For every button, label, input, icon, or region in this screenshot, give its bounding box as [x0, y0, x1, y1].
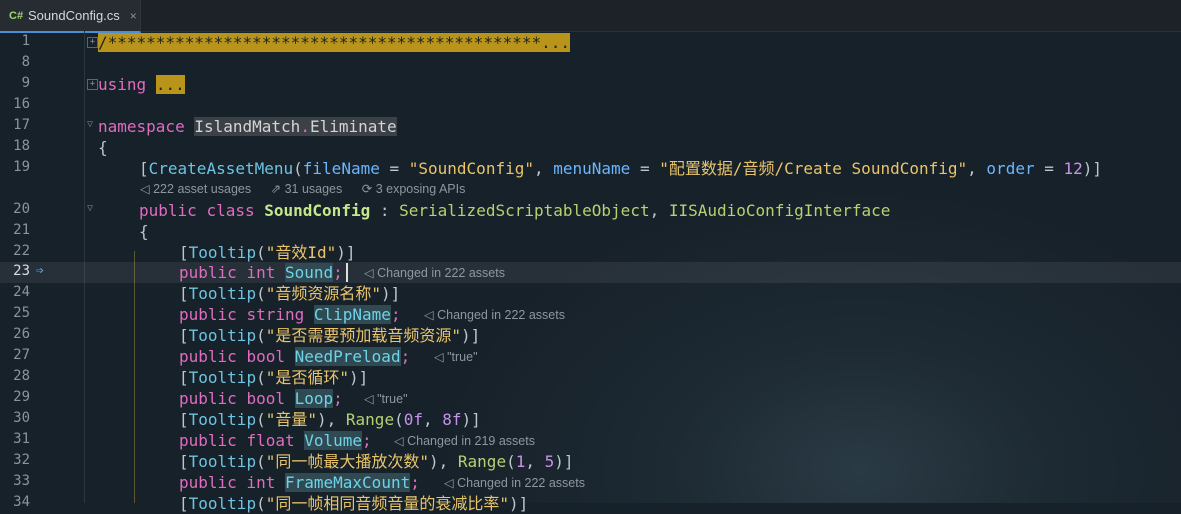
code-line-30[interactable]: 30 [Tooltip("音量"), Range(0f, 8f)]: [0, 409, 1181, 430]
fold-collapse-icon[interactable]: ▽: [87, 119, 93, 130]
line-number: 19: [13, 159, 30, 175]
folded-comment[interactable]: /***************************************…: [98, 33, 571, 52]
code-text: {: [139, 222, 149, 241]
code-text: public bool Loop;: [179, 389, 343, 408]
close-icon[interactable]: ×: [130, 9, 137, 23]
code-line-29[interactable]: 29 public bool Loop; ◁ "true": [0, 388, 1181, 409]
line-number: 24: [13, 284, 30, 300]
line-number: 26: [13, 326, 30, 342]
code-line-22[interactable]: 22 [Tooltip("音效Id")]: [0, 242, 1181, 263]
fold-expand-icon[interactable]: +: [87, 37, 98, 48]
line-number: 23: [13, 263, 30, 279]
fold-collapse-icon[interactable]: ▽: [87, 203, 93, 214]
line-number: 28: [13, 368, 30, 384]
unity-asset-icon: ◁: [394, 434, 404, 448]
code-vision-row: ◁ 222 asset usages ⇗ 31 usages ⟳ 3 expos…: [140, 181, 481, 196]
code-text: [CreateAssetMenu(fileName = "SoundConfig…: [139, 159, 1103, 178]
code-line-33[interactable]: 33 public int FrameMaxCount; ◁ Changed i…: [0, 472, 1181, 493]
line-number: 21: [13, 222, 30, 238]
line-number: 29: [13, 389, 30, 405]
code-editor[interactable]: 1 + /***********************************…: [0, 31, 1181, 513]
code-line-25[interactable]: 25 public string ClipName; ◁ Changed in …: [0, 304, 1181, 325]
code-text: [Tooltip("同一帧最大播放次数"), Range(1, 5)]: [179, 452, 574, 471]
line-number: 8: [21, 54, 30, 70]
unity-asset-icon: ◁: [444, 476, 454, 490]
line-number: 20: [13, 201, 30, 217]
serialized-value-hint[interactable]: ◁ "true": [434, 349, 478, 364]
code-line-28[interactable]: 28 [Tooltip("是否循环")]: [0, 367, 1181, 388]
keyword: using: [98, 75, 147, 94]
code-text: public int Sound;: [179, 263, 343, 282]
tab-soundconfig[interactable]: C# SoundConfig.cs ×: [0, 0, 141, 33]
line-number: 27: [13, 347, 30, 363]
code-line-18[interactable]: 18 {: [0, 137, 1181, 158]
code-line-16[interactable]: 16: [0, 95, 1181, 116]
folded-usings[interactable]: ...: [155, 75, 185, 94]
code-text: public int FrameMaxCount;: [179, 473, 420, 492]
line-number: 18: [13, 138, 30, 154]
tab-bar: C# SoundConfig.cs ×: [0, 0, 1181, 33]
line-number: 25: [13, 305, 30, 321]
code-text: [Tooltip("音频资源名称")]: [179, 284, 401, 303]
namespace-name: IslandMatch.Eliminate: [194, 117, 397, 136]
usages-hint[interactable]: ⇗ 31 usages: [271, 182, 343, 196]
code-text: public bool NeedPreload;: [179, 347, 411, 366]
line-number: 1: [21, 33, 30, 49]
code-text: [Tooltip("是否需要预加载音频资源")]: [179, 326, 481, 345]
line-number: 34: [13, 494, 30, 510]
code-line-26[interactable]: 26 [Tooltip("是否需要预加载音频资源")]: [0, 325, 1181, 346]
unity-asset-icon: ◁: [424, 308, 434, 322]
unity-asset-icon: ◁: [364, 266, 374, 280]
unity-asset-icon: ◁: [434, 350, 444, 364]
api-icon: ⟳: [361, 182, 373, 196]
code-line-34[interactable]: 34 [Tooltip("同一帧相同音频音量的衰减比率")]: [0, 493, 1181, 514]
code-line-31[interactable]: 31 public float Volume; ◁ Changed in 219…: [0, 430, 1181, 451]
code-text: [Tooltip("同一帧相同音频音量的衰减比率")]: [179, 494, 529, 513]
code-line-27[interactable]: 27 public bool NeedPreload; ◁ "true": [0, 346, 1181, 367]
fold-expand-icon[interactable]: +: [87, 79, 98, 90]
code-text: public class SoundConfig : SerializedScr…: [139, 201, 891, 220]
code-line-23[interactable]: 23 ➩ public int Sound; ◁ Changed in 222 …: [0, 262, 1181, 283]
code-text: public string ClipName;: [179, 305, 401, 324]
code-line-17[interactable]: 17 ▽ namespace IslandMatch.Eliminate: [0, 116, 1181, 137]
code-line-8[interactable]: 8: [0, 53, 1181, 74]
code-text: public float Volume;: [179, 431, 372, 450]
changed-assets-hint[interactable]: ◁ Changed in 219 assets: [394, 433, 535, 448]
line-number: 30: [13, 410, 30, 426]
line-number: 22: [13, 243, 30, 259]
code-line-20[interactable]: 20 ▽ public class SoundConfig : Serializ…: [0, 200, 1181, 221]
changed-assets-hint[interactable]: ◁ Changed in 222 assets: [364, 265, 505, 280]
code-text: [Tooltip("音量"), Range(0f, 8f)]: [179, 410, 481, 429]
code-line-9[interactable]: 9 + using ...: [0, 74, 1181, 95]
keyword: namespace: [98, 117, 185, 136]
implementation-arrow-icon[interactable]: ➩: [36, 264, 44, 279]
tab-label: SoundConfig.cs: [28, 8, 120, 23]
asset-usages-hint[interactable]: ◁ 222 asset usages: [140, 182, 251, 196]
text-caret: [346, 263, 348, 282]
code-line-32[interactable]: 32 [Tooltip("同一帧最大播放次数"), Range(1, 5)]: [0, 451, 1181, 472]
line-number: 31: [13, 431, 30, 447]
line-number: 16: [13, 96, 30, 112]
changed-assets-hint[interactable]: ◁ Changed in 222 assets: [424, 307, 565, 322]
serialized-value-hint[interactable]: ◁ "true": [364, 391, 408, 406]
code-text: {: [98, 138, 108, 157]
line-number: 33: [13, 473, 30, 489]
csharp-file-icon: C#: [9, 9, 24, 22]
line-number: 17: [13, 117, 30, 133]
exposing-apis-hint[interactable]: ⟳ 3 exposing APIs: [362, 182, 466, 196]
usages-icon: ⇗: [270, 182, 282, 196]
code-line-24[interactable]: 24 [Tooltip("音频资源名称")]: [0, 283, 1181, 304]
code-line-19[interactable]: 19 [CreateAssetMenu(fileName = "SoundCon…: [0, 158, 1181, 179]
unity-asset-icon: ◁: [364, 392, 374, 406]
line-number: 9: [21, 75, 30, 91]
code-text: [Tooltip("音效Id")]: [179, 243, 356, 262]
code-line-21[interactable]: 21 {: [0, 221, 1181, 242]
code-line-1[interactable]: 1 + /***********************************…: [0, 32, 1181, 53]
code-text: [Tooltip("是否循环")]: [179, 368, 369, 387]
changed-assets-hint[interactable]: ◁ Changed in 222 assets: [444, 475, 585, 490]
line-number: 32: [13, 452, 30, 468]
unity-asset-icon: ◁: [140, 182, 150, 196]
